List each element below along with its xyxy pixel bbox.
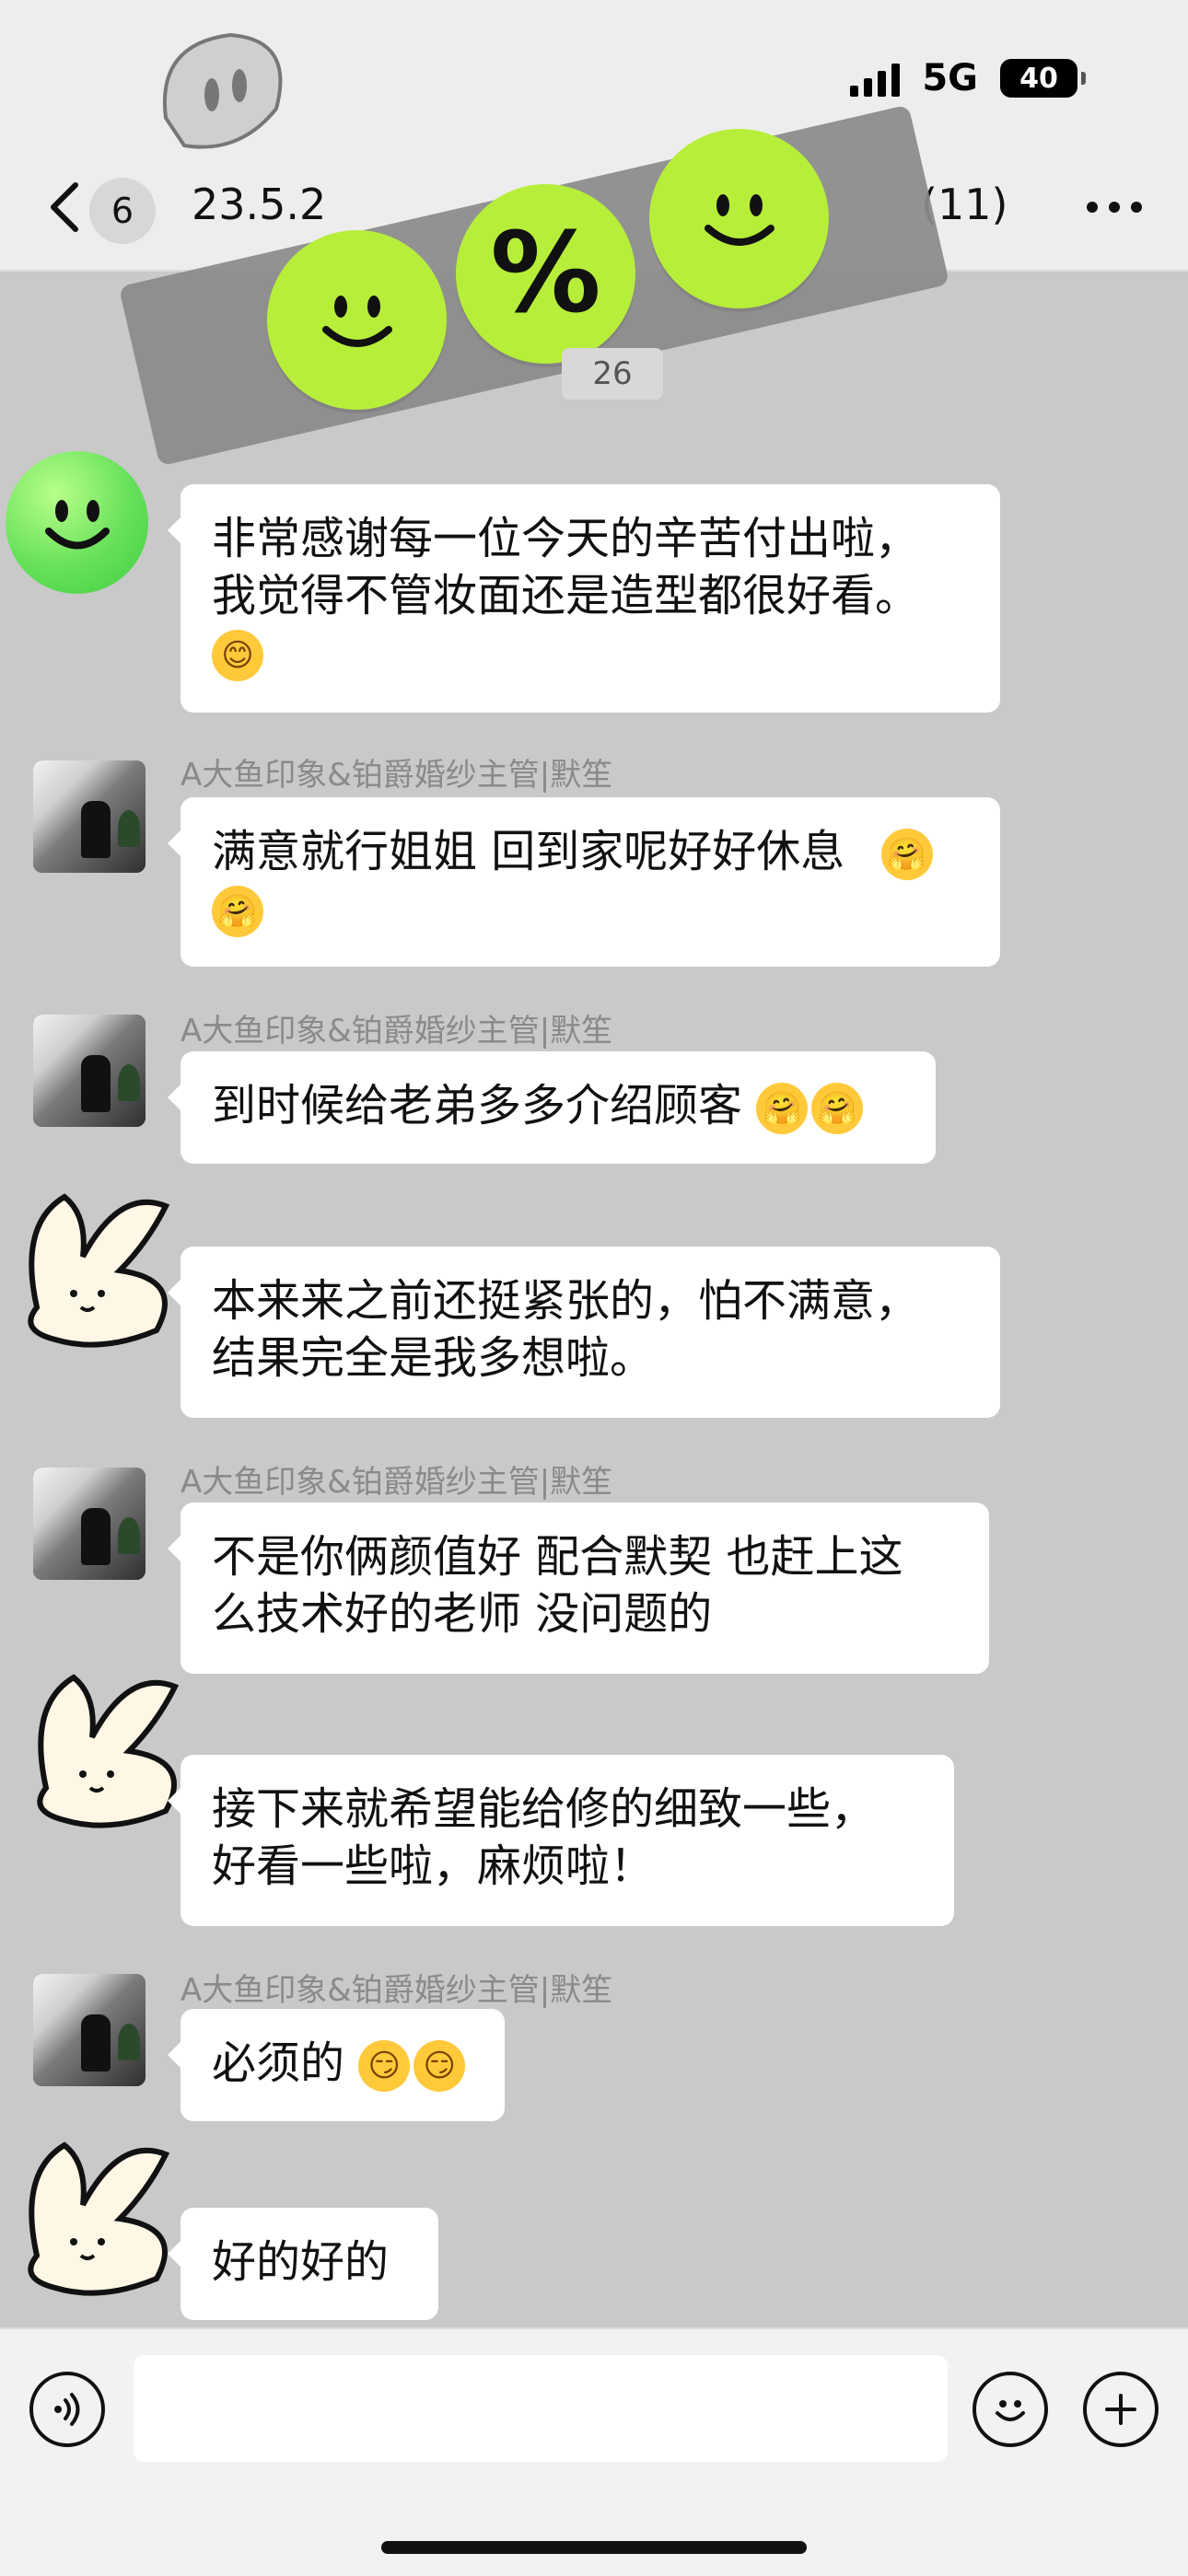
message-line: 我觉得不管妆面还是造型都很好看。	[212, 570, 920, 621]
plus-circle-icon	[1105, 2394, 1136, 2425]
signal-icon	[850, 60, 901, 97]
sender-name: A大鱼印象&铂爵婚纱主管|默笙	[181, 1013, 613, 1050]
sender-name: A大鱼印象&铂爵婚纱主管|默笙	[181, 757, 613, 794]
smiley-icon	[321, 295, 392, 347]
voice-button[interactable]	[29, 2372, 105, 2447]
status-bar: 5G 40	[850, 57, 1086, 99]
message-bubble[interactable]: 好的好的	[168, 2208, 438, 2320]
percent-sticker: %	[456, 184, 635, 364]
message-bubble[interactable]: 接下来就希望能给修的细致一些， 好看一些啦，麻烦啦！	[168, 1755, 954, 1926]
hugging-face-emoji: 🤗	[880, 829, 933, 880]
sender-name: A大鱼印象&铂爵婚纱主管|默笙	[181, 1464, 613, 1501]
add-button[interactable]	[1083, 2372, 1159, 2447]
smiling-face-emoji: 😊	[212, 630, 263, 681]
smirk-emoji: 😏	[413, 2040, 466, 2092]
voice-icon	[54, 2393, 80, 2426]
smiley-sticker-left	[267, 230, 447, 410]
home-indicator	[381, 2541, 807, 2554]
message-line: 结果完全是我多想啦。	[212, 1332, 655, 1384]
message-line: 好的好的	[212, 2236, 390, 2288]
message-line: 非常感谢每一位今天的辛苦付出啦，	[212, 513, 920, 564]
sender-name: A大鱼印象&铂爵婚纱主管|默笙	[181, 1972, 613, 2009]
network-type: 5G	[922, 57, 978, 99]
avatar[interactable]	[33, 1015, 146, 1127]
message-bubble[interactable]: 非常感谢每一位今天的辛苦付出啦， 我觉得不管妆面还是造型都很好看。 😊	[168, 484, 1000, 713]
message-bubble[interactable]: 必须的 😏😏 😏😏	[168, 2009, 505, 2121]
message-bubble[interactable]: 本来来之前还挺紧张的，怕不满意， 结果完全是我多想啦。	[168, 1247, 1000, 1418]
message-line: 接下来就希望能给修的细致一些，	[212, 1783, 876, 1835]
hugging-face-emoji: 🤗	[811, 1083, 864, 1134]
smiley-icon	[44, 499, 110, 549]
message-line: 不是你俩颜值好 配合默契 也赶上这	[212, 1531, 903, 1583]
chat-title: 23.5.2	[192, 180, 327, 229]
more-horizontal-icon	[1087, 202, 1142, 213]
back-button[interactable]	[37, 180, 92, 235]
hugging-face-emoji: 🤗	[756, 1083, 809, 1134]
message-bubble[interactable]: 不是你俩颜值好 配合默契 也赶上这 么技术好的老师 没问题的	[168, 1503, 989, 1674]
message-line: 满意就行姐姐 回到家呢好好休息	[212, 826, 845, 877]
message-line: 本来来之前还挺紧张的，怕不满意，	[212, 1275, 920, 1327]
message-line: 么技术好的老师 没问题的	[212, 1588, 713, 1640]
avatar[interactable]	[33, 1974, 146, 2086]
ghost-sticker	[138, 7, 304, 173]
unread-count-badge[interactable]: 6	[89, 178, 156, 244]
message-line: 到时候给老弟多多介绍顾客	[212, 1080, 743, 1131]
battery-icon: 40	[1000, 59, 1086, 98]
more-button[interactable]	[1077, 184, 1151, 230]
ghost-icon	[162, 32, 283, 149]
smiley-sticker-right	[649, 129, 829, 308]
avatar[interactable]	[33, 1468, 146, 1580]
message-bubble[interactable]: 到时候给老弟多多介绍顾客 🤗🤗 🤗🤗	[168, 1051, 936, 1164]
smile-icon	[996, 2400, 1025, 2421]
smirk-emoji: 😏	[358, 2040, 411, 2092]
message-bubble[interactable]: 满意就行姐姐 回到家呢好好休息 🤗 🤗 🤗🤗	[168, 797, 1000, 967]
avatar[interactable]	[6, 451, 148, 594]
message-input[interactable]	[134, 2355, 948, 2462]
message-line: 必须的	[212, 2037, 345, 2089]
message-line: 好看一些啦，麻烦啦！	[212, 1840, 655, 1892]
emoji-button[interactable]	[973, 2372, 1048, 2447]
input-bar	[0, 2327, 1188, 2576]
smiley-icon	[704, 193, 775, 246]
avatar[interactable]	[33, 760, 146, 873]
time-chip: 26	[562, 348, 663, 400]
chevron-left-icon	[51, 182, 78, 232]
hugging-face-emoji: 🤗	[212, 886, 263, 937]
